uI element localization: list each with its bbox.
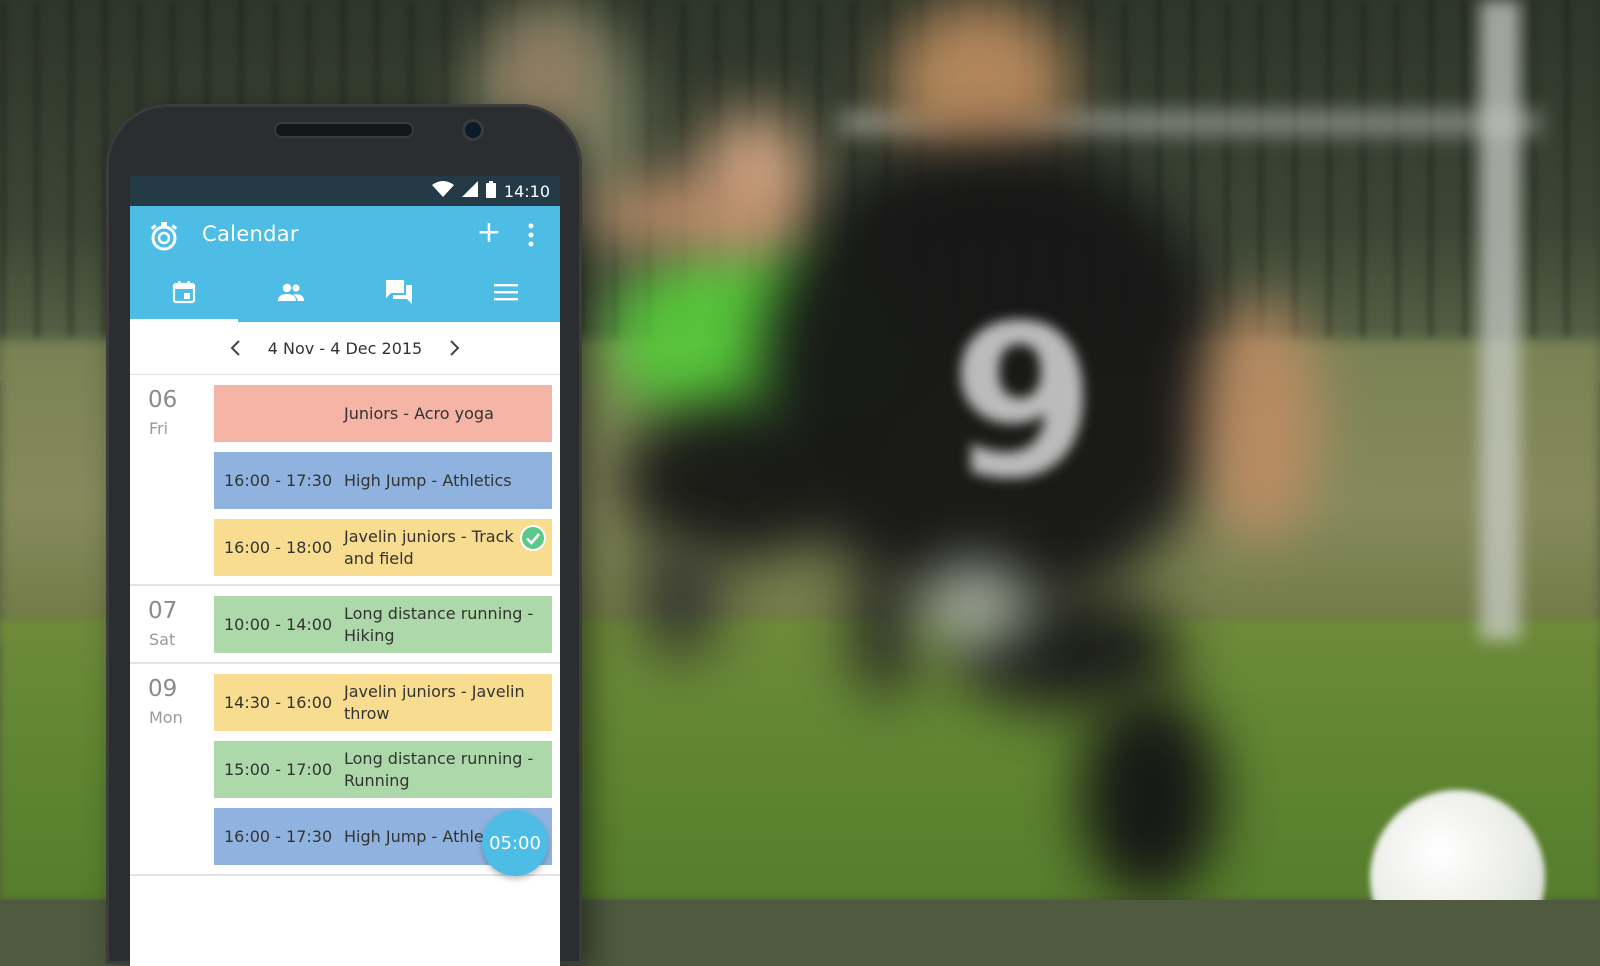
menu-icon: [494, 283, 519, 305]
add-event-button[interactable]: +: [476, 218, 502, 248]
event-title: Long distance running - Hiking: [344, 603, 534, 645]
phone-camera: [465, 122, 481, 138]
app-title: Calendar: [202, 222, 299, 246]
event-title: High Jump - Athletics: [344, 470, 512, 490]
check-circle-icon: [520, 525, 546, 551]
calendar-icon: [172, 280, 196, 308]
wifi-icon: [431, 181, 454, 201]
event-title: Javelin juniors - Javelin throw: [344, 681, 525, 723]
event-card[interactable]: 14:30 - 16:00 Javelin juniors - Javelin …: [214, 674, 552, 731]
tab-people[interactable]: [238, 266, 346, 322]
event-card[interactable]: Juniors - Acro yoga: [214, 385, 552, 442]
battery-icon: [485, 180, 496, 202]
app-bar: Calendar +: [130, 206, 560, 322]
event-time: 15:00 - 17:00: [224, 760, 333, 779]
status-bar: 14:10: [130, 176, 560, 206]
event-title: Javelin juniors - Track and field: [344, 526, 514, 568]
date-range-bar: 4 Nov - 4 Dec 2015: [130, 322, 560, 375]
app-screen: 14:10 Calendar + 4 Nov - 4 Dec 2015 06 F…: [130, 176, 560, 966]
event-card[interactable]: 15:00 - 17:00 Long distance running - Ru…: [214, 741, 552, 798]
prev-range-button[interactable]: [224, 336, 248, 360]
stopwatch-icon: [148, 220, 180, 252]
more-vert-icon[interactable]: [522, 220, 540, 250]
event-card[interactable]: 16:00 - 17:30 High Jump - Athletics: [214, 452, 552, 509]
phone-device: 14:10 Calendar + 4 Nov - 4 Dec 2015 06 F…: [106, 104, 582, 966]
event-time: 16:00 - 18:00: [224, 538, 333, 557]
date-range-label: 4 Nov - 4 Dec 2015: [267, 338, 423, 358]
day-group: 07 Sat 10:00 - 14:00 Long distance runni…: [130, 586, 560, 664]
event-time: 10:00 - 14:00: [224, 615, 333, 634]
tab-bar: [130, 266, 560, 322]
day-number: 09: [148, 676, 178, 702]
event-time: 16:00 - 17:30: [224, 827, 333, 846]
people-icon: [277, 280, 305, 308]
tab-messages[interactable]: [345, 266, 453, 322]
status-time: 14:10: [503, 181, 550, 201]
day-group: 06 Fri Juniors - Acro yoga 16:00 - 17:30…: [130, 375, 560, 586]
day-name: Fri: [149, 419, 169, 438]
next-range-button[interactable]: [442, 336, 466, 360]
event-time: 14:30 - 16:00: [224, 693, 333, 712]
tab-menu[interactable]: [453, 266, 561, 322]
timer-fab[interactable]: 05:00: [482, 810, 548, 876]
phone-speaker: [276, 124, 412, 136]
event-time: 16:00 - 17:30: [224, 471, 333, 490]
day-number: 06: [148, 387, 178, 413]
event-card[interactable]: 10:00 - 14:00 Long distance running - Hi…: [214, 596, 552, 653]
day-name: Sat: [149, 630, 176, 649]
event-card[interactable]: 16:00 - 18:00 Javelin juniors - Track an…: [214, 519, 552, 576]
event-title: Long distance running - Running: [344, 748, 534, 790]
event-title: Juniors - Acro yoga: [344, 403, 494, 423]
day-number: 07: [148, 598, 178, 624]
day-name: Mon: [149, 708, 183, 727]
chat-icon: [385, 279, 413, 309]
signal-icon: [461, 181, 478, 201]
tab-calendar[interactable]: [130, 266, 238, 322]
